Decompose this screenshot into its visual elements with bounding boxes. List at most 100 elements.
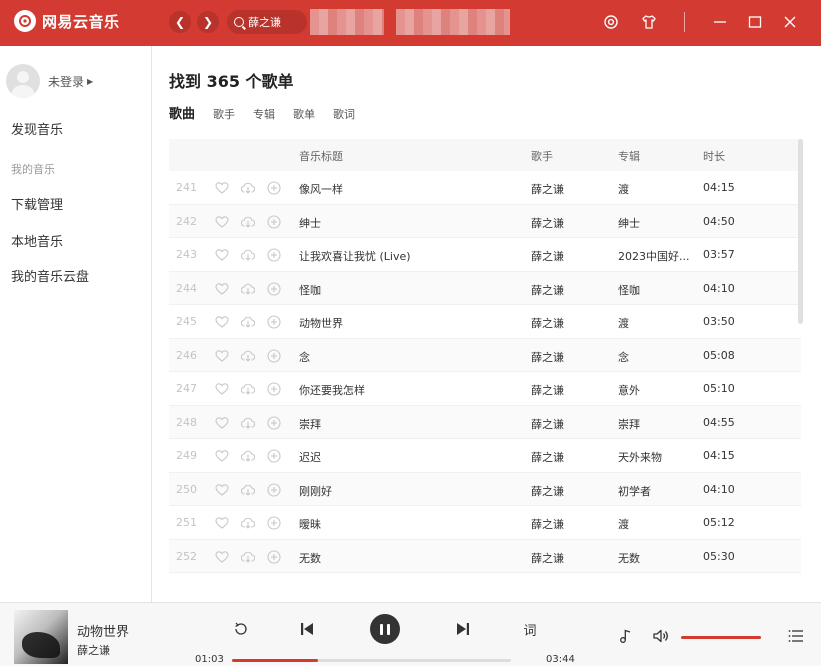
song-artist[interactable]: 薛之谦 xyxy=(531,315,611,331)
like-heart-icon[interactable] xyxy=(215,349,229,363)
search-input[interactable] xyxy=(248,15,306,29)
song-title[interactable]: 怪咖 xyxy=(299,282,524,298)
song-artist[interactable]: 薛之谦 xyxy=(531,483,611,499)
table-row[interactable]: 244 怪咖 薛之谦 怪咖 04:10 xyxy=(169,271,801,305)
add-to-playlist-icon[interactable] xyxy=(267,449,281,463)
song-artist[interactable]: 薛之谦 xyxy=(531,282,611,298)
tab-artists[interactable]: 歌手 xyxy=(213,106,235,122)
song-album[interactable]: 渡 xyxy=(618,181,696,197)
table-row[interactable]: 242 绅士 薛之谦 绅士 04:50 xyxy=(169,204,801,238)
album-cover[interactable] xyxy=(14,610,68,664)
add-to-playlist-icon[interactable] xyxy=(267,516,281,530)
song-artist[interactable]: 薛之谦 xyxy=(531,449,611,465)
column-artist[interactable]: 歌手 xyxy=(531,148,553,164)
add-to-playlist-icon[interactable] xyxy=(267,214,281,229)
back-button[interactable]: ❮ xyxy=(169,11,191,33)
song-artist[interactable]: 薛之谦 xyxy=(531,382,611,398)
download-icon[interactable] xyxy=(241,315,255,329)
song-artist[interactable]: 薛之谦 xyxy=(531,215,611,231)
song-album[interactable]: 意外 xyxy=(618,382,696,398)
song-album[interactable]: 绅士 xyxy=(618,215,696,231)
song-album[interactable]: 渡 xyxy=(618,315,696,331)
song-title[interactable]: 崇拜 xyxy=(299,416,524,432)
song-album[interactable]: 怪咖 xyxy=(618,282,696,298)
song-title[interactable]: 迟迟 xyxy=(299,449,524,465)
song-artist[interactable]: 薛之谦 xyxy=(531,416,611,432)
song-artist[interactable]: 薛之谦 xyxy=(531,516,611,532)
maximize-button[interactable] xyxy=(745,12,765,32)
close-button[interactable] xyxy=(780,12,800,32)
add-to-playlist-icon[interactable] xyxy=(267,382,281,396)
sidebar-item-cloud-drive[interactable]: 我的音乐云盘 xyxy=(11,266,89,285)
like-heart-icon[interactable] xyxy=(215,550,229,564)
table-scrollbar[interactable] xyxy=(798,139,803,324)
forward-button[interactable]: ❯ xyxy=(197,11,219,33)
like-heart-icon[interactable] xyxy=(215,215,229,229)
song-artist[interactable]: 薛之谦 xyxy=(531,181,611,197)
song-album[interactable]: 2023中国好... xyxy=(618,248,696,264)
like-heart-icon[interactable] xyxy=(215,315,229,329)
download-icon[interactable] xyxy=(241,181,255,195)
table-row[interactable]: 249 迟迟 薛之谦 天外来物 04:15 xyxy=(169,439,801,473)
song-album[interactable]: 念 xyxy=(618,349,696,365)
add-to-playlist-icon[interactable] xyxy=(267,281,281,296)
download-icon[interactable] xyxy=(241,215,255,229)
pause-button[interactable] xyxy=(370,614,400,644)
add-to-playlist-icon[interactable] xyxy=(267,415,281,430)
previous-track-button[interactable] xyxy=(297,619,317,639)
add-to-playlist-icon[interactable] xyxy=(267,181,281,195)
song-artist[interactable]: 薛之谦 xyxy=(531,349,611,365)
tab-playlists[interactable]: 歌单 xyxy=(293,106,315,122)
download-icon[interactable] xyxy=(241,449,255,463)
song-title[interactable]: 让我欢喜让我忧 (Live) xyxy=(299,248,524,264)
tab-albums[interactable]: 专辑 xyxy=(253,106,275,122)
song-album[interactable]: 无数 xyxy=(618,550,696,566)
skin-shirt-icon[interactable] xyxy=(639,12,659,32)
column-duration[interactable]: 时长 xyxy=(703,148,725,164)
sidebar-item-discover[interactable]: 发现音乐 xyxy=(11,119,63,138)
add-to-playlist-icon[interactable] xyxy=(267,248,281,262)
download-icon[interactable] xyxy=(241,550,255,564)
song-title[interactable]: 动物世界 xyxy=(299,315,524,331)
lyrics-button[interactable]: 词 xyxy=(520,620,540,639)
playlist-button[interactable] xyxy=(787,627,805,645)
column-title[interactable]: 音乐标题 xyxy=(299,148,343,164)
tab-songs[interactable]: 歌曲 xyxy=(169,103,195,122)
settings-icon[interactable] xyxy=(601,12,621,32)
song-album[interactable]: 渡 xyxy=(618,516,696,532)
user-login[interactable]: 未登录 ▶ xyxy=(6,64,93,98)
tab-lyrics[interactable]: 歌词 xyxy=(333,106,355,122)
table-row[interactable]: 250 刚刚好 薛之谦 初学者 04:10 xyxy=(169,472,801,506)
download-icon[interactable] xyxy=(241,416,255,430)
table-row[interactable]: 247 你还要我怎样 薛之谦 意外 05:10 xyxy=(169,372,801,406)
table-row[interactable]: 243 让我欢喜让我忧 (Live) 薛之谦 2023中国好... 03:57 xyxy=(169,238,801,272)
song-title[interactable]: 无数 xyxy=(299,550,524,566)
like-heart-icon[interactable] xyxy=(215,382,229,396)
song-title[interactable]: 像风一样 xyxy=(299,181,524,197)
download-icon[interactable] xyxy=(241,349,255,363)
volume-slider[interactable] xyxy=(681,636,761,639)
add-to-playlist-icon[interactable] xyxy=(267,315,281,329)
add-to-playlist-icon[interactable] xyxy=(267,482,281,497)
song-artist[interactable]: 薛之谦 xyxy=(531,248,611,264)
download-icon[interactable] xyxy=(241,382,255,396)
column-album[interactable]: 专辑 xyxy=(618,148,640,164)
table-row[interactable]: 246 念薛之谦念 05:08 xyxy=(169,338,801,372)
like-heart-icon[interactable] xyxy=(215,449,229,463)
next-track-button[interactable] xyxy=(453,619,473,639)
like-heart-icon[interactable] xyxy=(215,483,229,497)
search-box[interactable] xyxy=(227,10,307,34)
song-album[interactable]: 崇拜 xyxy=(618,416,696,432)
volume-button[interactable] xyxy=(651,627,671,645)
like-heart-icon[interactable] xyxy=(215,416,229,430)
table-row[interactable]: 248 崇拜 薛之谦 崇拜 04:55 xyxy=(169,405,801,439)
now-playing-title[interactable]: 动物世界 xyxy=(77,621,129,640)
song-artist[interactable]: 薛之谦 xyxy=(531,550,611,566)
add-to-playlist-icon[interactable] xyxy=(267,348,281,363)
song-album[interactable]: 初学者 xyxy=(618,483,696,499)
minimize-button[interactable] xyxy=(710,12,730,32)
sidebar-item-local-music[interactable]: 本地音乐 xyxy=(11,231,63,250)
sound-effect-button[interactable] xyxy=(617,627,635,645)
song-title[interactable]: 绅士 xyxy=(299,215,524,231)
login-text[interactable]: 未登录 xyxy=(48,73,84,90)
